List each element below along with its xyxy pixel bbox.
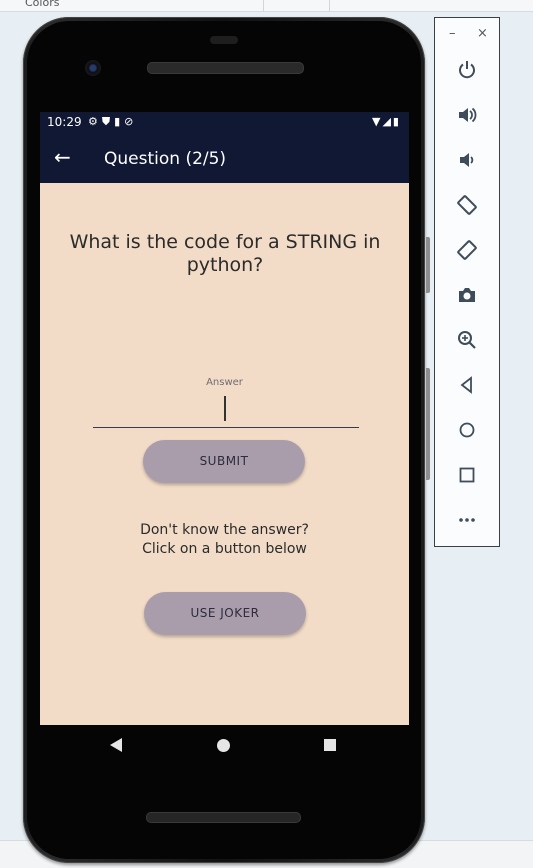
status-notification-icons: ⚙⛊▮⊘ <box>88 115 138 128</box>
hint-text: Don't know the answer? Click on a button… <box>40 521 409 559</box>
page-title: Question (2/5) <box>104 149 227 169</box>
minimize-icon[interactable]: – <box>449 26 456 41</box>
app-screen: 10:29 ⚙⛊▮⊘ ▼◢▮ ← Question (2/5) What is … <box>40 112 409 725</box>
system-nav-bar <box>40 725 409 767</box>
nav-back-icon[interactable] <box>110 738 122 752</box>
app-bar: ← Question (2/5) <box>40 133 409 183</box>
back-icon[interactable] <box>455 373 479 397</box>
nav-recents-icon[interactable] <box>324 739 336 751</box>
camera-icon[interactable] <box>455 283 479 307</box>
power-icon[interactable] <box>455 58 479 82</box>
status-bar: 10:29 ⚙⛊▮⊘ ▼◢▮ <box>40 112 409 133</box>
zoom-icon[interactable] <box>455 328 479 352</box>
overview-icon[interactable] <box>455 463 479 487</box>
volume-down-icon[interactable] <box>455 148 479 172</box>
ide-tab-label[interactable]: Colors <box>25 0 59 9</box>
ide-top-strip: Colors <box>0 0 533 12</box>
rotate-left-icon[interactable] <box>455 193 479 217</box>
answer-input[interactable] <box>93 392 359 428</box>
phone-side-button <box>426 237 430 293</box>
submit-button[interactable]: SUBMIT <box>143 440 305 483</box>
status-time: 10:29 <box>47 115 82 129</box>
text-cursor <box>224 396 226 421</box>
answer-label: Answer <box>206 377 243 388</box>
back-arrow-icon[interactable]: ← <box>54 145 71 169</box>
divider <box>329 0 330 11</box>
question-text: What is the code for a STRING in python? <box>69 231 381 276</box>
close-icon[interactable]: × <box>477 26 488 41</box>
front-camera <box>85 60 101 76</box>
divider <box>263 0 264 11</box>
use-joker-button[interactable]: USE JOKER <box>144 592 306 635</box>
phone-earpiece <box>147 62 304 74</box>
emulator-toolbar: – × <box>434 17 500 547</box>
more-icon[interactable] <box>455 508 479 532</box>
status-system-icons: ▼◢▮ <box>372 115 401 128</box>
phone-bottom-speaker <box>146 812 301 823</box>
hint-line-2: Click on a button below <box>142 541 307 557</box>
hint-line-1: Don't know the answer? <box>140 522 309 538</box>
nav-home-icon[interactable] <box>217 739 230 752</box>
phone-side-button <box>426 368 430 480</box>
home-icon[interactable] <box>455 418 479 442</box>
phone-top-slot <box>210 36 238 44</box>
rotate-right-icon[interactable] <box>455 238 479 262</box>
volume-up-icon[interactable] <box>455 103 479 127</box>
